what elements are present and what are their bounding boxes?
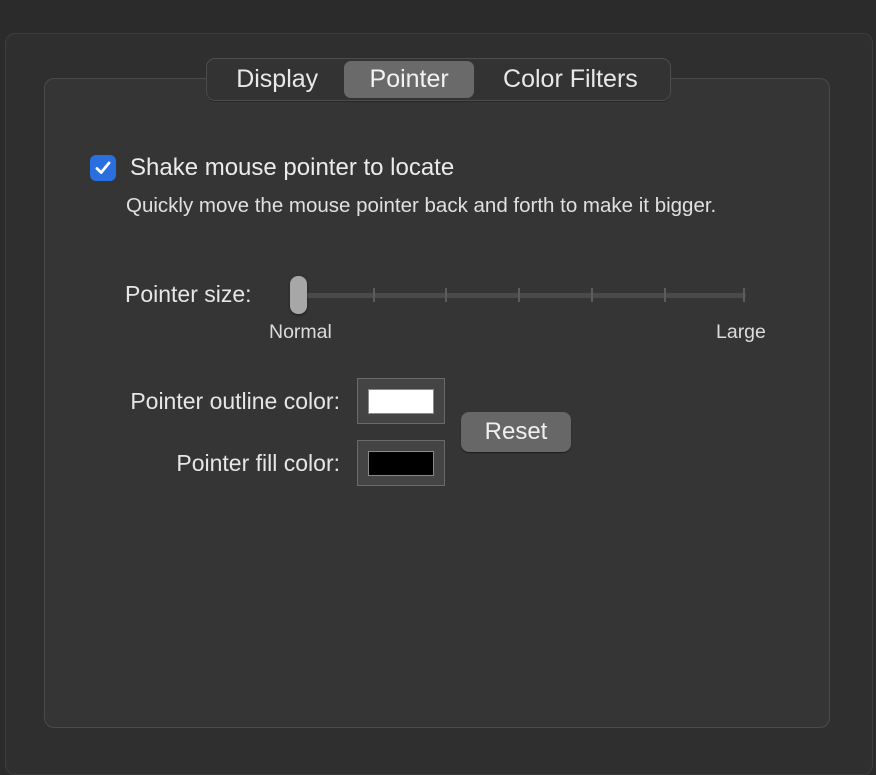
pointer-size-slider[interactable]	[290, 275, 760, 315]
shake-to-locate-label: Shake mouse pointer to locate	[130, 154, 455, 181]
slider-thumb[interactable]	[290, 276, 307, 314]
slider-track	[298, 293, 746, 298]
tab-pointer[interactable]: Pointer	[344, 61, 474, 98]
fill-color-well[interactable]	[357, 440, 445, 486]
shake-to-locate-description: Quickly move the mouse pointer back and …	[126, 194, 717, 217]
shake-to-locate-checkbox[interactable]	[90, 155, 116, 181]
slider-tick	[518, 288, 520, 302]
outline-color-label: Pointer outline color:	[130, 388, 340, 414]
slider-tick	[743, 288, 745, 302]
fill-color-swatch	[368, 450, 434, 476]
checkmark-icon	[95, 161, 111, 174]
fill-color-label: Pointer fill color:	[176, 450, 340, 476]
outline-color-swatch	[368, 388, 434, 414]
slider-tick	[445, 288, 447, 302]
tab-bar: Display Pointer Color Filters	[206, 58, 671, 101]
slider-tick	[664, 288, 666, 302]
slider-tick	[373, 288, 375, 302]
tab-display[interactable]: Display	[210, 61, 344, 98]
slider-min-label: Normal	[269, 321, 332, 343]
outline-color-well[interactable]	[357, 378, 445, 424]
pointer-size-label: Pointer size:	[125, 281, 252, 307]
slider-max-label: Large	[716, 321, 766, 343]
slider-tick	[591, 288, 593, 302]
shake-to-locate-row: Shake mouse pointer to locate	[90, 154, 454, 182]
tab-color-filters[interactable]: Color Filters	[474, 61, 667, 98]
reset-colors-button[interactable]: Reset	[461, 412, 571, 452]
